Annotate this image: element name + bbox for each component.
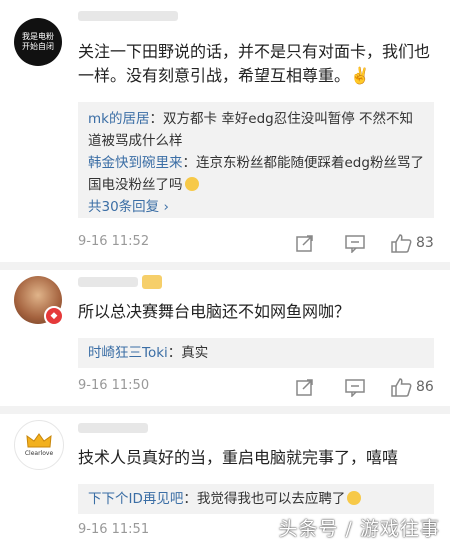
grin-emoji-icon bbox=[347, 491, 362, 505]
avatar-text: Clearlove bbox=[24, 450, 54, 457]
username-blurred[interactable] bbox=[78, 274, 162, 289]
watermark: 头条号 / 游戏往事 bbox=[278, 518, 440, 540]
share-button[interactable] bbox=[295, 232, 315, 254]
share-button[interactable] bbox=[295, 376, 315, 398]
like-button[interactable]: 86 bbox=[390, 376, 434, 398]
reply-item[interactable]: 时崎狂三Toki：真实 bbox=[88, 342, 424, 364]
avatar[interactable]: Clearlove bbox=[14, 420, 64, 470]
level-badge-icon bbox=[142, 274, 162, 289]
username-blurred[interactable] bbox=[78, 8, 178, 22]
timestamp: 9-16 11:51 bbox=[78, 522, 150, 537]
avatar[interactable]: 我是电粉 开始自闭 bbox=[14, 18, 62, 66]
share-icon bbox=[296, 379, 313, 396]
grin-emoji-icon bbox=[184, 177, 199, 191]
reply-text: 我觉得我也可以去应聘了 bbox=[196, 491, 346, 507]
divider bbox=[0, 262, 450, 270]
share-icon bbox=[296, 235, 313, 252]
reply-box[interactable]: mk的居居：双方都卡 幸好edg忍住没叫暂停 不然不知道被骂成什么样 韩金快到碗… bbox=[78, 102, 434, 218]
reply-item[interactable]: 韩金快到碗里来：连京东粉丝都能随便踩着edg粉丝骂了 国电没粉丝了吗 bbox=[88, 152, 424, 196]
comment-button[interactable] bbox=[344, 232, 366, 254]
comment-meta: 9-16 11:50 86 bbox=[78, 376, 438, 398]
like-icon bbox=[391, 378, 412, 397]
like-count: 86 bbox=[416, 379, 434, 395]
reply-user[interactable]: mk的居居 bbox=[88, 111, 149, 127]
reply-item[interactable]: 下下个ID再见吧：我觉得我也可以去应聘了 bbox=[88, 488, 424, 510]
like-count: 83 bbox=[416, 235, 434, 251]
crown-icon bbox=[26, 433, 52, 448]
comment-text: 技术人员真好的当，重启电脑就完事了，嘻嘻 bbox=[78, 448, 399, 467]
reply-item[interactable]: mk的居居：双方都卡 幸好edg忍住没叫暂停 不然不知道被骂成什么样 bbox=[88, 108, 424, 152]
reply-user[interactable]: 下下个ID再见吧 bbox=[88, 491, 183, 507]
comment-meta: 9-16 11:52 83 bbox=[78, 232, 438, 254]
username-blurred[interactable] bbox=[78, 420, 148, 434]
divider bbox=[0, 406, 450, 414]
comment-icon bbox=[345, 379, 365, 397]
reply-user[interactable]: 韩金快到碗里来 bbox=[88, 155, 183, 171]
like-icon bbox=[391, 234, 412, 253]
comment-button[interactable] bbox=[344, 376, 366, 398]
verified-badge-icon: ◆ bbox=[44, 306, 64, 326]
timestamp: 9-16 11:50 bbox=[78, 378, 150, 393]
reply-box[interactable]: 下下个ID再见吧：我觉得我也可以去应聘了 bbox=[78, 484, 434, 514]
comment-text: 所以总决赛舞台电脑还不如网鱼网咖？ bbox=[78, 302, 351, 321]
timestamp: 9-16 11:52 bbox=[78, 234, 150, 249]
reply-text: 真实 bbox=[181, 345, 209, 361]
more-replies-link[interactable]: 共30条回复 › bbox=[88, 196, 424, 218]
reply-box[interactable]: 时崎狂三Toki：真实 bbox=[78, 338, 434, 368]
comment-text: 关注一下田野说的话，并不是只有对面卡，我们也一样。没有刻意引战，希望互相尊重。✌… bbox=[78, 42, 431, 85]
reply-user[interactable]: 时崎狂三Toki bbox=[88, 345, 168, 361]
comment-icon bbox=[345, 235, 365, 253]
like-button[interactable]: 83 bbox=[390, 232, 434, 254]
chevron-right-icon: › bbox=[163, 199, 169, 215]
avatar-text: 我是电粉 开始自闭 bbox=[22, 32, 54, 51]
